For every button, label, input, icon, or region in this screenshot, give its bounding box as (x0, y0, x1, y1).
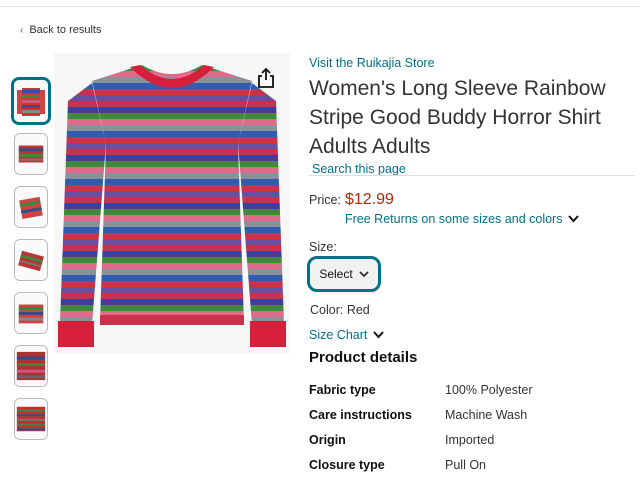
size-label: Size: (309, 240, 337, 254)
details-row: Closure type Pull On (309, 458, 533, 483)
details-key: Closure type (309, 458, 385, 472)
chevron-down-icon (373, 331, 385, 339)
price-row: Price: $12.99 (309, 191, 394, 209)
share-icon[interactable] (256, 67, 276, 89)
chevron-left-icon: ‹ (20, 24, 24, 36)
back-to-results-link[interactable]: ‹ Back to results (20, 24, 101, 36)
thumbnail-2[interactable] (14, 133, 48, 175)
details-key: Care instructions (309, 408, 412, 422)
details-value: Imported (445, 433, 495, 447)
free-returns-label: Free Returns on some sizes and colors (345, 212, 563, 226)
size-chart-link[interactable]: Size Chart (309, 328, 385, 342)
product-title: Women's Long Sleeve Rainbow Stripe Good … (309, 77, 606, 158)
product-info: Visit the Ruikajia Store Women's Long Sl… (309, 56, 629, 176)
details-value: Machine Wash (445, 408, 528, 422)
back-label: Back to results (29, 24, 102, 36)
details-row: Fabric type 100% Polyester (309, 383, 533, 408)
color-label: Color: Red (310, 303, 370, 317)
details-value: 100% Polyester (445, 383, 533, 397)
details-row: Care instructions Machine Wash (309, 408, 533, 433)
thumbnail-4[interactable] (14, 239, 48, 281)
product-details-table: Fabric type 100% Polyester Care instruct… (309, 383, 533, 483)
thumbnail-6[interactable] (14, 345, 48, 387)
price-label: Price: (309, 193, 341, 207)
price-value: $12.99 (344, 191, 394, 208)
search-this-page-link[interactable]: Search this page (312, 162, 629, 176)
details-key: Origin (309, 433, 346, 447)
chevron-down-icon (359, 270, 369, 277)
size-select-dropdown[interactable]: Select (307, 256, 381, 292)
thumbnail-7[interactable] (14, 398, 48, 440)
details-key: Fabric type (309, 383, 376, 397)
thumbnail-3[interactable] (14, 186, 48, 228)
details-value: Pull On (445, 458, 486, 472)
store-link[interactable]: Visit the Ruikajia Store (309, 56, 629, 70)
product-main-image[interactable] (54, 53, 290, 353)
top-divider (0, 6, 640, 7)
free-returns-link[interactable]: Free Returns on some sizes and colors (345, 212, 580, 226)
thumbnail-strip (11, 77, 54, 451)
size-select-value: Select (319, 267, 353, 281)
details-row: Origin Imported (309, 433, 533, 458)
size-chart-label: Size Chart (309, 328, 368, 342)
product-details-heading: Product details (309, 349, 418, 366)
section-divider (309, 175, 635, 176)
thumbnail-5[interactable] (14, 292, 48, 334)
chevron-down-icon (568, 215, 580, 223)
thumbnail-1[interactable] (11, 77, 51, 125)
